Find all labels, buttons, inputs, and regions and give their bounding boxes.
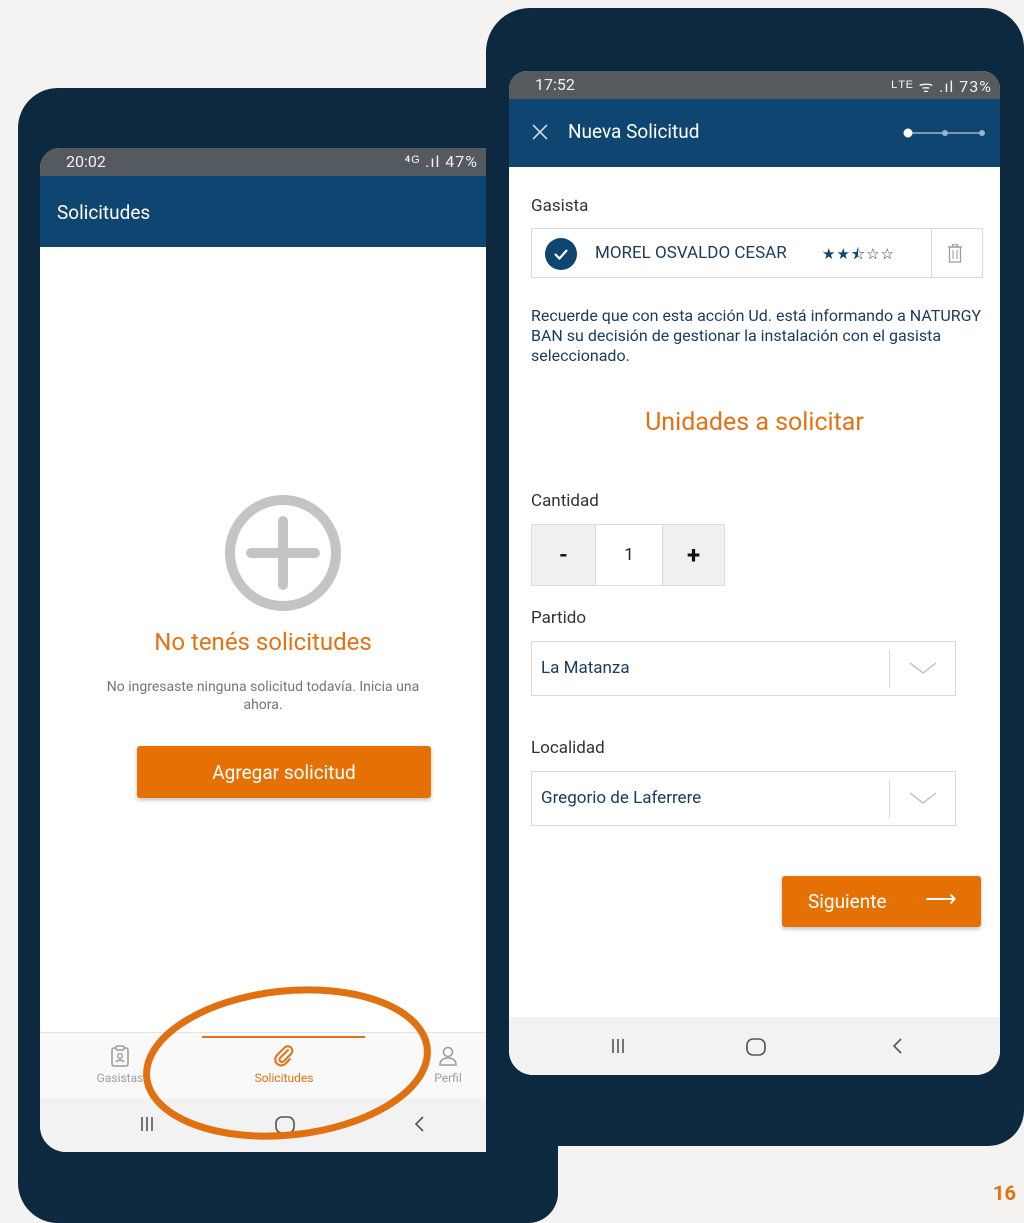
nav-label-gasistas: Gasistas xyxy=(96,1071,144,1085)
nav-active-indicator xyxy=(202,1036,365,1038)
user-icon xyxy=(439,1046,457,1066)
arrow-right-icon: ⟶ xyxy=(925,887,957,912)
next-button-label: Siguiente xyxy=(808,890,887,913)
status-time: 20:02 xyxy=(66,152,106,171)
section-title: Unidades a solicitar xyxy=(645,408,864,437)
clipboard-id-icon xyxy=(111,1045,129,1067)
status-bar: 17:52 ᴸᵀᴱ ᯤ .ıl 73% xyxy=(509,71,1000,99)
page-title: Nueva Solicitud xyxy=(568,120,700,143)
app-bar: Solicitudes xyxy=(40,176,486,247)
nav-label-perfil: Perfil xyxy=(434,1071,462,1085)
next-button[interactable]: Siguiente ⟶ xyxy=(782,876,981,927)
decrement-button[interactable]: - xyxy=(532,525,596,585)
divider xyxy=(931,229,932,277)
recent-apps-icon[interactable] xyxy=(138,1115,156,1133)
nav-item-perfil[interactable]: Perfil xyxy=(418,1033,478,1099)
system-nav-bar xyxy=(40,1098,486,1152)
star-rating: ★★⯪☆☆ xyxy=(822,245,895,263)
localidad-select[interactable]: Gregorio de Laferrere xyxy=(531,771,956,826)
system-nav-bar xyxy=(509,1017,1000,1075)
chevron-down-icon xyxy=(909,792,937,804)
home-icon[interactable] xyxy=(274,1115,296,1135)
quantity-value[interactable]: 1 xyxy=(596,525,662,585)
status-icons: ⁴ᴳ .ıl 47% xyxy=(404,152,478,171)
gasista-label: Gasista xyxy=(531,196,589,216)
back-icon[interactable] xyxy=(413,1115,427,1133)
step-progress-indicator xyxy=(903,128,985,138)
paperclip-icon xyxy=(274,1045,294,1067)
check-icon xyxy=(545,238,577,270)
divider xyxy=(889,780,890,818)
status-time: 17:52 xyxy=(535,75,575,94)
app-bar: Nueva Solicitud xyxy=(509,99,1000,167)
status-bar: 20:02 ⁴ᴳ .ıl 47% xyxy=(40,148,486,176)
localidad-label: Localidad xyxy=(531,738,605,758)
nav-item-solicitudes[interactable]: Solicitudes xyxy=(224,1033,344,1099)
empty-state-text: No ingresaste ninguna solicitud todavía.… xyxy=(106,679,420,713)
divider xyxy=(889,650,890,688)
nav-label-solicitudes: Solicitudes xyxy=(254,1071,314,1085)
status-icons: ᴸᵀᴱ ᯤ .ıl 73% xyxy=(891,77,992,96)
increment-button[interactable]: + xyxy=(662,525,724,585)
gasista-name: MOREL OSVALDO CESAR xyxy=(595,243,787,263)
partido-value: La Matanza xyxy=(541,658,630,678)
page-number: 16 xyxy=(993,1181,1016,1205)
partido-select[interactable]: La Matanza xyxy=(531,641,956,696)
bottom-nav: Gasistas Solicitudes Perfil xyxy=(40,1032,486,1098)
trash-icon[interactable] xyxy=(947,244,963,263)
nav-item-gasistas[interactable]: Gasistas xyxy=(80,1033,160,1099)
chevron-down-icon xyxy=(909,662,937,674)
left-phone-screen: 20:02 ⁴ᴳ .ıl 47% Solicitudes No tenés so… xyxy=(40,148,486,1152)
right-phone-screen: 17:52 ᴸᵀᴱ ᯤ .ıl 73% Nueva Solicitud Gasi… xyxy=(509,71,1000,1075)
page-title: Solicitudes xyxy=(57,201,151,224)
recent-apps-icon[interactable] xyxy=(609,1037,627,1055)
home-icon[interactable] xyxy=(745,1037,767,1057)
cantidad-label: Cantidad xyxy=(531,491,599,511)
add-request-button[interactable]: Agregar solicitud xyxy=(137,746,431,798)
quantity-stepper: - 1 + xyxy=(531,524,725,586)
add-circle-icon xyxy=(225,495,341,611)
close-icon[interactable] xyxy=(531,123,549,141)
partido-label: Partido xyxy=(531,608,587,628)
back-icon[interactable] xyxy=(891,1037,905,1055)
selected-gasista-card: MOREL OSVALDO CESAR ★★⯪☆☆ xyxy=(531,228,983,278)
info-text: Recuerde que con esta acción Ud. está in… xyxy=(531,306,982,365)
empty-state-title: No tenés solicitudes xyxy=(154,628,372,656)
localidad-value: Gregorio de Laferrere xyxy=(541,788,702,808)
